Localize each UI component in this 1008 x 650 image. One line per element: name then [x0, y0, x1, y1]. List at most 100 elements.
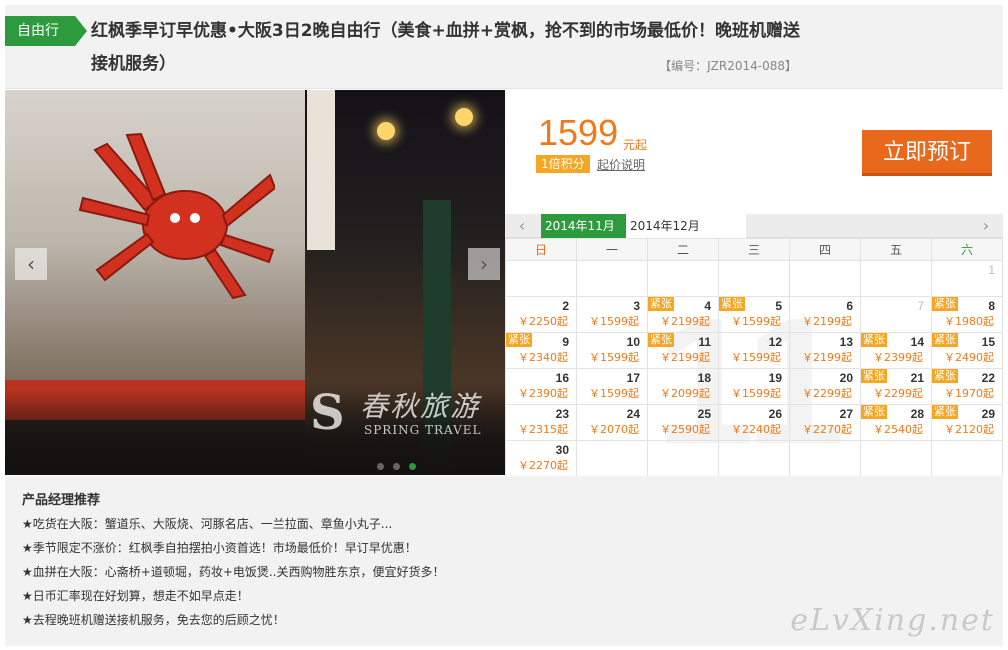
gallery-dot[interactable] [377, 463, 384, 470]
calendar-empty-cell [789, 260, 861, 297]
calendar-day-cell[interactable]: 27 ￥2270起 [789, 404, 861, 441]
calendar-week-row: 紧张 9 ￥2340起 10 ￥1599起 紧张 11 ￥2199起 12 ￥1599起 13 ￥21… [505, 332, 1003, 369]
calendar-day-cell[interactable]: 紧张 8 ￥1980起 [931, 296, 1003, 333]
book-now-button[interactable]: 立即预订 [862, 130, 992, 176]
day-price: ￥2490起 [944, 351, 994, 364]
day-number: 18 [697, 371, 711, 385]
calendar-day-cell[interactable]: 紧张 11 ￥2199起 [647, 332, 719, 369]
calendar-day-cell[interactable]: 2 ￥2250起 [505, 296, 577, 333]
day-number: 1 [988, 263, 995, 277]
calendar-day-cell[interactable]: 紧张 15 ￥2490起 [931, 332, 1003, 369]
day-price: ￥1599起 [589, 315, 639, 328]
price-unit: 元起 [623, 138, 648, 152]
calendar-day-cell[interactable]: 16 ￥2390起 [505, 368, 577, 405]
calendar-empty-cell [576, 440, 648, 477]
chevron-right-icon[interactable]: › [468, 248, 500, 280]
price-note-link[interactable]: 起价说明 [597, 156, 645, 173]
calendar-empty-cell [505, 260, 577, 297]
calendar-grid: 11 日 一 二 三 四 五 六 1 2 ￥2250起 3 ￥1599起 紧张 4 ￥2199… [505, 238, 1003, 482]
day-price: ￥2199起 [660, 351, 710, 364]
calendar-day-cell[interactable]: 19 ￥1599起 [718, 368, 790, 405]
calendar-day-cell[interactable]: 10 ￥1599起 [576, 332, 648, 369]
calendar-day-cell[interactable]: 3 ￥1599起 [576, 296, 648, 333]
day-price: ￥2299起 [802, 387, 852, 400]
calendar-day-cell[interactable]: 紧张 29 ￥2120起 [931, 404, 1003, 441]
calendar-day-cell[interactable]: 紧张 21 ￥2299起 [860, 368, 932, 405]
day-price: ￥2270起 [802, 423, 852, 436]
day-number: 9 [562, 335, 569, 349]
day-number: 25 [697, 407, 711, 421]
calendar-week-row: 1 [505, 260, 1003, 297]
list-item: ★血拼在大阪：心斋桥+道顿堀，药妆+电饭煲..关西购物胜东京，便宜好货多！ [22, 565, 445, 579]
calendar-day-cell[interactable]: 20 ￥2299起 [789, 368, 861, 405]
calendar-day-cell[interactable]: 紧张 9 ￥2340起 [505, 332, 577, 369]
lamp-icon [455, 108, 473, 126]
calendar-day-cell[interactable]: 紧张 22 ￥1970起 [931, 368, 1003, 405]
vertical-sign [307, 90, 335, 250]
day-price: ￥2390起 [518, 387, 568, 400]
calendar-empty-cell [576, 260, 648, 297]
weekday-row: 日 一 二 三 四 五 六 [505, 238, 1003, 261]
chevron-left-icon[interactable]: ‹ [505, 214, 539, 238]
calendar-day-cell[interactable]: 紧张 14 ￥2399起 [860, 332, 932, 369]
calendar-day-cell[interactable]: 30 ￥2270起 [505, 440, 577, 477]
tight-badge: 紧张 [861, 369, 887, 383]
chevron-right-icon[interactable]: › [969, 214, 1003, 238]
weekday-label: 五 [860, 238, 932, 261]
tab-month-nov[interactable]: 2014年11月 [541, 214, 626, 238]
day-number: 3 [633, 299, 640, 313]
calendar-day-cell[interactable]: 紧张 28 ￥2540起 [860, 404, 932, 441]
tight-badge: 紧张 [506, 333, 532, 347]
calendar-day-cell: 1 [931, 260, 1003, 297]
day-number: 26 [768, 407, 782, 421]
calendar-day-cell[interactable]: 23 ￥2315起 [505, 404, 577, 441]
tight-badge: 紧张 [932, 297, 958, 311]
lamp-icon [377, 122, 395, 140]
tight-badge: 紧张 [648, 333, 674, 347]
calendar-tabs: ‹ 2014年11月 2014年12月 › [505, 214, 1003, 238]
calendar-day-cell[interactable]: 紧张 5 ￥1599起 [718, 296, 790, 333]
calendar-week-row: 2 ￥2250起 3 ￥1599起 紧张 4 ￥2199起 紧张 5 ￥1599起 6 ￥2199起 7… [505, 296, 1003, 333]
gallery-dot[interactable] [393, 463, 400, 470]
day-price: ￥2299起 [873, 387, 923, 400]
price-panel: 1599 元起 1倍积分 起价说明 立即预订 [505, 90, 1003, 214]
list-item: ★去程晚班机赠送接机服务，免去您的后顾之忧！ [22, 613, 285, 627]
tight-badge: 紧张 [932, 369, 958, 383]
calendar-day-cell[interactable]: 24 ￥2070起 [576, 404, 648, 441]
manager-recommendations: 产品经理推荐 ★吃货在大阪：蟹道乐、大阪烧、河豚名店、一兰拉面、章鱼小丸子...… [5, 476, 1003, 646]
calendar-day-cell[interactable]: 17 ￥1599起 [576, 368, 648, 405]
calendar-day-cell[interactable]: 12 ￥1599起 [718, 332, 790, 369]
calendar-empty-cell [718, 260, 790, 297]
day-price: ￥1599起 [731, 351, 781, 364]
calendar-day-cell[interactable]: 18 ￥2099起 [647, 368, 719, 405]
day-price: ￥1599起 [731, 315, 781, 328]
product-gallery[interactable]: S 春秋旅游 SPRING TRAVEL ‹ › [5, 90, 505, 475]
day-number: 20 [839, 371, 853, 385]
day-number: 15 [981, 335, 995, 349]
recommend-list: ★吃货在大阪：蟹道乐、大阪烧、河豚名店、一兰拉面、章鱼小丸子... ★季节限定不… [22, 515, 445, 635]
calendar-day-cell[interactable]: 25 ￥2590起 [647, 404, 719, 441]
calendar-day-cell[interactable]: 紧张 4 ￥2199起 [647, 296, 719, 333]
calendar-day-cell: 7 [860, 296, 932, 333]
chevron-left-icon[interactable]: ‹ [15, 248, 47, 280]
day-number: 7 [917, 299, 924, 313]
day-number: 16 [555, 371, 569, 385]
gallery-dot-active[interactable] [409, 463, 416, 470]
category-tag[interactable]: 自由行 [5, 16, 87, 46]
calendar-day-cell[interactable]: 6 ￥2199起 [789, 296, 861, 333]
day-price: ￥2250起 [518, 315, 568, 328]
weekday-label: 四 [789, 238, 861, 261]
day-number: 30 [555, 443, 569, 457]
points-badge: 1倍积分 [536, 155, 590, 173]
day-number: 14 [910, 335, 924, 349]
calendar-day-cell[interactable]: 13 ￥2199起 [789, 332, 861, 369]
watermark-logo: S 春秋旅游 SPRING TRAVEL [310, 385, 481, 441]
day-price: ￥1980起 [944, 315, 994, 328]
calendar-day-cell[interactable]: 26 ￥2240起 [718, 404, 790, 441]
day-number: 29 [981, 407, 995, 421]
weekday-label: 二 [647, 238, 719, 261]
watermark-s-icon: S [310, 385, 345, 441]
weekday-label: 六 [931, 238, 1003, 261]
day-number: 5 [775, 299, 782, 313]
tab-month-dec[interactable]: 2014年12月 [626, 214, 746, 238]
